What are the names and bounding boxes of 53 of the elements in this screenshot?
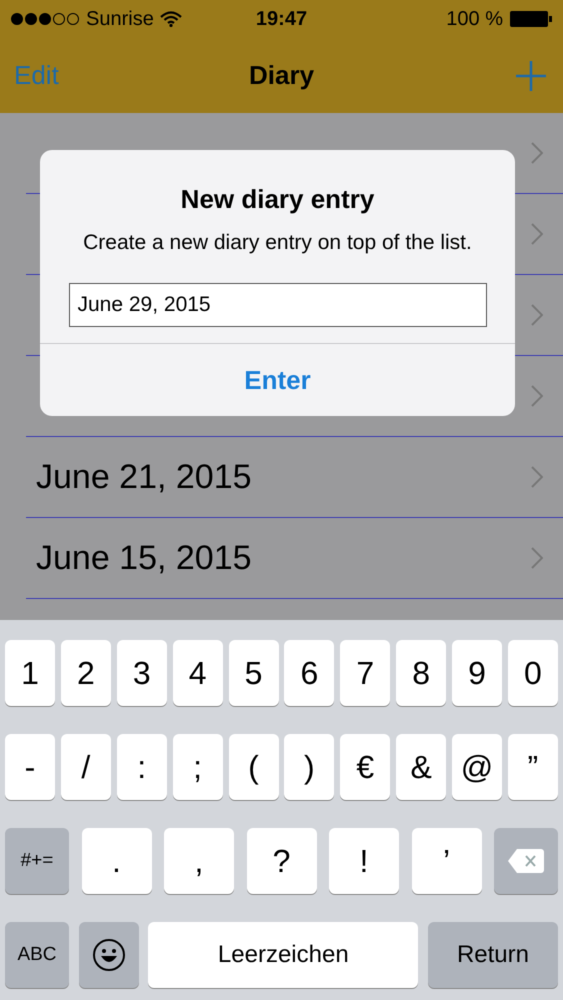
key[interactable]: @ <box>452 734 502 800</box>
diary-entry-date[interactable]: June 15, 2015 <box>36 532 531 584</box>
key[interactable]: ” <box>508 734 558 800</box>
chevron-icon <box>531 466 543 488</box>
key[interactable]: 7 <box>340 640 390 706</box>
key[interactable]: 1 <box>5 640 55 706</box>
key[interactable]: 8 <box>396 640 446 706</box>
key[interactable]: ) <box>284 734 334 800</box>
smiley-icon <box>92 938 126 972</box>
diary-entry-date[interactable]: June 21, 2015 <box>36 452 531 502</box>
chevron-icon <box>531 385 543 407</box>
emoji-key[interactable] <box>78 922 139 988</box>
dialog-title: New diary entry <box>180 183 374 216</box>
battery-level: 100 % <box>446 7 503 32</box>
key[interactable]: 9 <box>452 640 502 706</box>
key[interactable]: € <box>340 734 390 800</box>
dialog-message: Create a new diary entry on top of the list. <box>83 230 472 256</box>
key[interactable]: 6 <box>284 640 334 706</box>
entry-input-field[interactable]: June 29, 2015 <box>68 283 486 327</box>
chevron-icon <box>531 304 543 326</box>
key[interactable]: 2 <box>60 640 111 706</box>
carrier-name: Sunrise <box>86 7 154 32</box>
key[interactable]: 4 <box>172 640 223 706</box>
wifi-icon <box>160 11 182 27</box>
chevron-icon <box>531 547 543 569</box>
key[interactable]: 0 <box>508 640 558 706</box>
key[interactable]: : <box>116 734 167 800</box>
plus-icon <box>515 60 548 92</box>
key[interactable]: 3 <box>116 640 167 706</box>
nav-title: Diary <box>248 59 314 92</box>
key[interactable]: . <box>82 828 152 894</box>
key[interactable]: 5 <box>228 640 278 706</box>
space-key[interactable]: Leerzeichen <box>148 922 418 988</box>
status-time: 19:47 <box>256 7 308 32</box>
key[interactable]: ; <box>172 734 223 800</box>
key[interactable]: ! <box>329 828 399 894</box>
key[interactable]: ABC <box>5 922 69 988</box>
key[interactable]: & <box>396 734 446 800</box>
return-key[interactable]: Return <box>428 922 558 988</box>
chevron-icon <box>531 142 543 164</box>
key[interactable]: - <box>5 734 55 800</box>
delete-key[interactable] <box>494 828 558 894</box>
signal-icon <box>10 12 80 26</box>
key[interactable]: ( <box>228 734 278 800</box>
key[interactable]: , <box>164 828 234 894</box>
key[interactable]: ? <box>246 828 316 894</box>
enter-button[interactable]: Enter <box>40 344 515 416</box>
key[interactable]: / <box>60 734 111 800</box>
chevron-icon <box>531 223 543 245</box>
key[interactable]: ’ <box>412 828 482 894</box>
backspace-icon <box>507 847 545 875</box>
battery-icon <box>509 10 553 28</box>
key[interactable]: #+= <box>5 828 69 894</box>
